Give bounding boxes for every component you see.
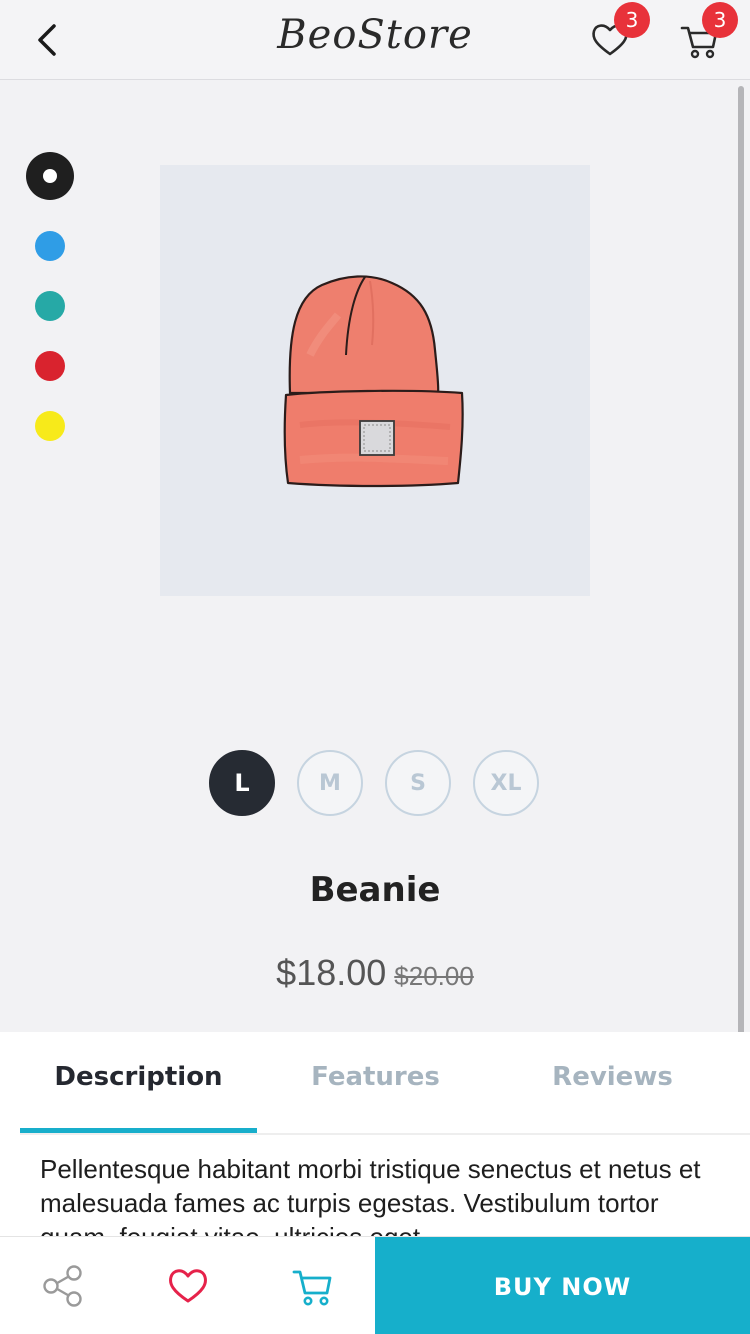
product-detail-screen: BeoStore 3 3 L M S XL Beanie $18.00 $20.… [0,0,750,1334]
share-button[interactable] [40,1263,86,1309]
color-swatch-blue[interactable] [35,231,65,261]
info-tabs: Description Features Reviews [0,1032,750,1135]
size-selector: L M S XL [0,750,750,820]
tab-description[interactable]: Description [20,1062,257,1092]
bottom-action-bar: BUY NOW [0,1236,750,1334]
cart-count-badge: 3 [702,2,738,38]
add-to-cart-button[interactable] [290,1263,336,1309]
buy-now-button[interactable]: BUY NOW [375,1237,750,1334]
size-option-l[interactable]: L [209,750,275,816]
tabs-divider [20,1133,750,1135]
tab-features[interactable]: Features [257,1062,494,1092]
color-swatch-red[interactable] [35,351,65,381]
color-swatch-yellow[interactable] [35,411,65,441]
heart-icon [169,1269,207,1303]
original-price: $20.00 [394,961,474,991]
share-icon [43,1265,82,1307]
current-price: $18.00 [276,952,387,993]
size-option-m[interactable]: M [297,750,363,816]
cart-icon [292,1270,332,1306]
product-image [160,165,590,596]
color-swatch-teal[interactable] [35,291,65,321]
price-row: $18.00 $20.00 [0,952,750,994]
size-option-s[interactable]: S [385,750,451,816]
tab-reviews[interactable]: Reviews [494,1062,731,1092]
wishlist-count-badge: 3 [614,2,650,38]
beanie-illustration-icon [283,275,464,488]
top-nav-bar: BeoStore 3 3 [0,0,750,80]
size-option-xl[interactable]: XL [473,750,539,816]
product-title: Beanie [309,870,441,910]
favorite-button[interactable] [165,1263,211,1309]
color-swatch-black[interactable] [26,152,74,200]
description-text: Pellentesque habitant morbi tristique se… [40,1154,701,1236]
